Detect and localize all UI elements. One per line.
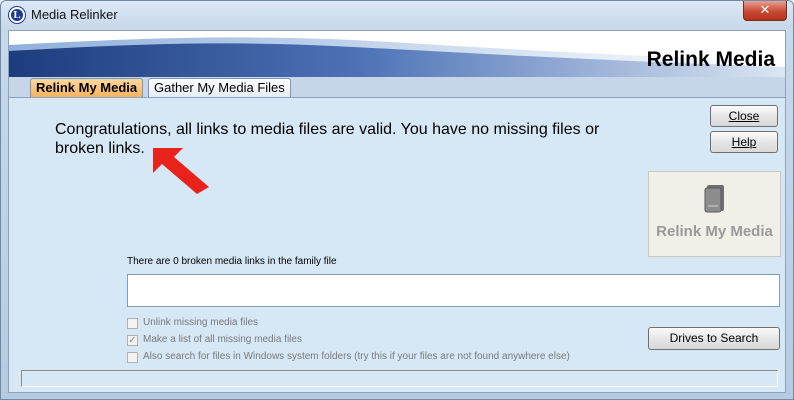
- help-button-label: Help: [731, 135, 757, 149]
- window-close-button[interactable]: ✕: [743, 1, 787, 21]
- close-button-label: Close: [728, 109, 760, 123]
- app-logo-icon: L: [9, 7, 25, 23]
- status-message: Congratulations, all links to media file…: [55, 121, 600, 157]
- close-button[interactable]: Close: [710, 105, 778, 127]
- tab-strip: Relink My Media Gather My Media Files: [9, 77, 785, 98]
- drives-to-search-button[interactable]: Drives to Search: [648, 327, 780, 350]
- broken-links-list[interactable]: [127, 274, 780, 307]
- red-arrow-icon: [153, 148, 209, 194]
- help-button[interactable]: Help: [710, 131, 778, 153]
- search-system-folders-checkbox[interactable]: [127, 352, 138, 363]
- status-bar: [21, 370, 778, 387]
- tab-relink-my-media[interactable]: Relink My Media: [30, 78, 144, 97]
- relink-panel: Congratulations, all links to media file…: [9, 98, 785, 392]
- header-banner: Relink Media: [9, 31, 785, 77]
- window-title: Media Relinker: [31, 7, 118, 22]
- media-relinker-window: L Media Relinker ✕ Relink Media Relink M…: [0, 0, 794, 400]
- make-list-checkbox[interactable]: ✓: [127, 335, 138, 346]
- banner-title: Relink Media: [646, 48, 775, 71]
- document-icon: [704, 185, 724, 213]
- broken-links-label: There are 0 broken media links in the fa…: [127, 256, 337, 267]
- make-list-label: Make a list of all missing media files: [143, 334, 302, 345]
- search-system-folders-label: Also search for files in Windows system …: [143, 351, 570, 362]
- title-bar[interactable]: L Media Relinker ✕: [1, 1, 793, 29]
- unlink-missing-label: Unlink missing media files: [143, 317, 259, 328]
- unlink-missing-checkbox[interactable]: [127, 318, 138, 329]
- dialog-client: Relink Media Relink My Media Gather My M…: [8, 30, 786, 393]
- relink-my-media-button[interactable]: Relink My Media: [648, 171, 781, 257]
- tab-gather-my-media-files[interactable]: Gather My Media Files: [148, 78, 291, 97]
- relink-my-media-label: Relink My Media: [656, 223, 773, 240]
